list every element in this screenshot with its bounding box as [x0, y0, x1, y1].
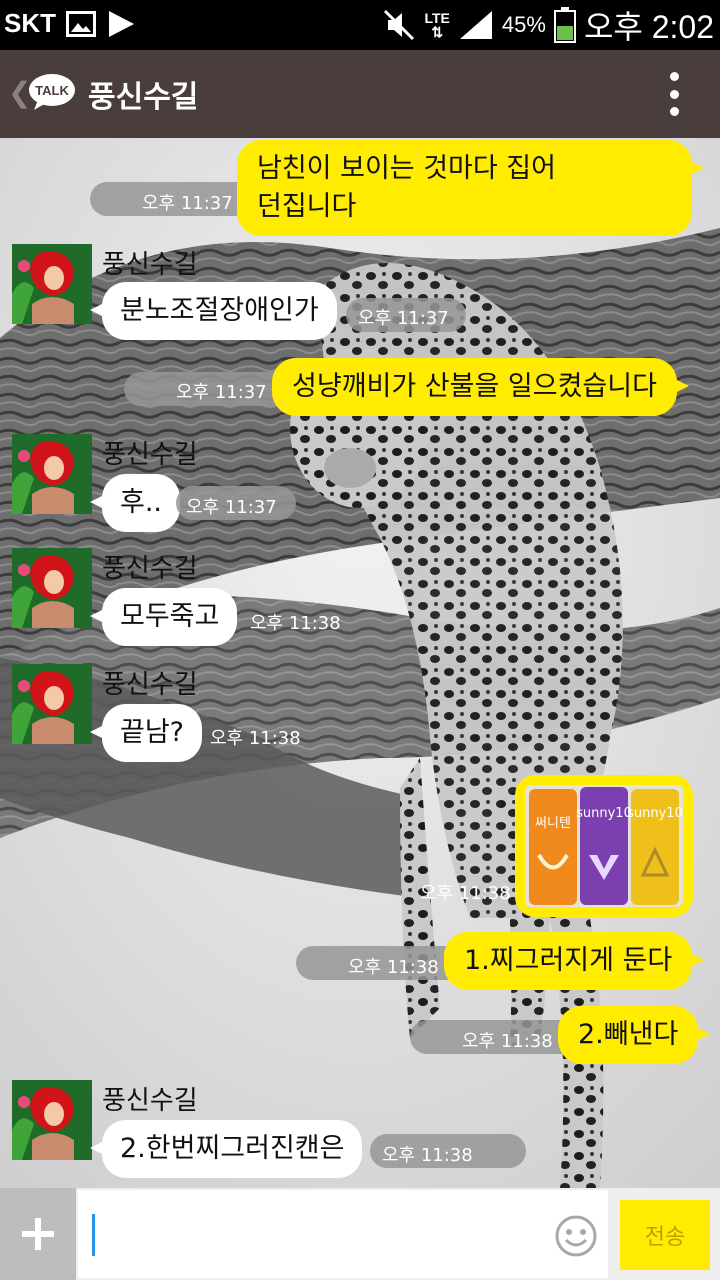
message-text: 모두죽고 [120, 601, 220, 632]
avatar[interactable] [12, 548, 92, 628]
avatar[interactable] [12, 244, 92, 324]
sender-name: 풍신수길 [102, 554, 198, 584]
sender-name: 풍신수길 [102, 1086, 198, 1116]
avatar-image [12, 244, 92, 324]
my-image-bubble[interactable]: 써니텐 sunny10 sunny10 [515, 775, 693, 917]
mute-icon [384, 9, 415, 41]
chat-area[interactable]: 오후 11:37 남친이 보이는 것마다 집어 던집니다 풍신수길 분노조절장애… [0, 138, 720, 1188]
avatar[interactable] [12, 434, 92, 514]
message-text: 분노조절장애인가 [120, 295, 319, 326]
plus-icon [22, 1218, 54, 1250]
message-text: 끝남? [120, 717, 185, 748]
message-time: 오후 11:38 [382, 1145, 473, 1166]
message-text: 성냥깨비가 산불을 일으켰습니다 [292, 371, 657, 402]
message-input[interactable] [78, 1190, 608, 1278]
avatar[interactable] [12, 664, 92, 744]
message-input-bar [0, 1188, 720, 1280]
soda-cans-photo: 써니텐 sunny10 sunny10 [525, 785, 683, 907]
sender-name: 풍신수길 [102, 440, 198, 470]
can-label: sunny10 [627, 806, 683, 821]
message-time: 오후 11:38 [420, 883, 511, 904]
status-bar: SKT LTE ⇅ 45% 오후 2:02 [0, 0, 720, 50]
data-arrows-icon: ⇅ [431, 24, 444, 40]
signal-icon [459, 11, 492, 39]
my-message-bubble[interactable]: 1.찌그러지게 둔다 [444, 932, 705, 990]
avatar[interactable] [12, 1080, 92, 1160]
message-time: 오후 11:38 [348, 957, 439, 978]
network-indicator: LTE ⇅ [424, 11, 449, 39]
my-message-bubble[interactable]: 성냥깨비가 산불을 일으켰습니다 [272, 358, 689, 416]
talk-badge-text: TALK [35, 83, 69, 98]
can-label: 써니텐 [535, 816, 571, 831]
message-text: 2.한번찌그러진캔은 [120, 1133, 345, 1164]
message-text: 1.찌그러지게 둔다 [464, 945, 673, 976]
their-message-bubble[interactable]: 모두죽고 [89, 588, 238, 646]
their-message-bubble[interactable]: 끝남? [89, 704, 203, 762]
menu-dot [670, 89, 679, 99]
carrier-label: SKT [4, 8, 56, 38]
message-time: 오후 11:37 [358, 308, 449, 329]
chat-header: ❮ TALK 풍신수길 [0, 50, 720, 138]
message-time: 오후 11:38 [210, 728, 301, 749]
their-message-bubble[interactable]: 후.. [89, 474, 181, 532]
battery-icon [553, 7, 576, 43]
avatar-image [12, 434, 92, 514]
avatar-image [12, 548, 92, 628]
message-time: 오후 11:37 [142, 193, 233, 214]
avatar-image [12, 1080, 92, 1160]
clock: 오후 2:02 [583, 9, 714, 45]
their-message-bubble[interactable]: 분노조절장애인가 [90, 282, 337, 340]
image-icon [66, 10, 96, 37]
their-message-bubble[interactable]: 2.한번찌그러진캔은 [89, 1120, 363, 1178]
menu-dot [670, 72, 679, 81]
network-label: LTE [424, 10, 450, 26]
photo-thumbnail[interactable]: 써니텐 sunny10 sunny10 [525, 785, 683, 907]
my-message-bubble[interactable]: 남친이 보이는 것마다 집어 던집니다 [237, 140, 704, 236]
sender-name: 풍신수길 [102, 250, 198, 280]
message-text: 던집니다 [257, 191, 357, 222]
battery-label: 45% [501, 12, 546, 37]
attach-button[interactable] [0, 1188, 76, 1280]
status-left: SKT [4, 8, 136, 39]
emoticon-icon[interactable] [554, 1214, 598, 1258]
sender-name: 풍신수길 [102, 670, 198, 700]
message-time: 오후 11:37 [186, 497, 277, 518]
message-time: 오후 11:37 [176, 382, 267, 403]
my-message-bubble[interactable]: 2.빼낸다 [558, 1006, 711, 1064]
avatar-image [12, 664, 92, 744]
overflow-menu-icon[interactable] [670, 72, 680, 116]
message-time: 오후 11:38 [250, 613, 341, 634]
message-text: 2.빼낸다 [578, 1019, 679, 1050]
send-button[interactable]: 전송 [620, 1200, 710, 1270]
play-icon [109, 10, 134, 37]
message-text: 후.. [120, 487, 163, 518]
can-label: sunny10 [576, 806, 632, 821]
message-text: 남친이 보이는 것마다 집어 [257, 153, 556, 184]
text-cursor [92, 1214, 95, 1256]
chat-title: 풍신수길 [88, 80, 199, 115]
message-time: 오후 11:38 [462, 1031, 553, 1052]
status-right: LTE ⇅ 45% 오후 2:02 [382, 4, 714, 46]
kakaotalk-logo-icon: TALK [29, 74, 75, 110]
menu-dot [670, 107, 679, 116]
